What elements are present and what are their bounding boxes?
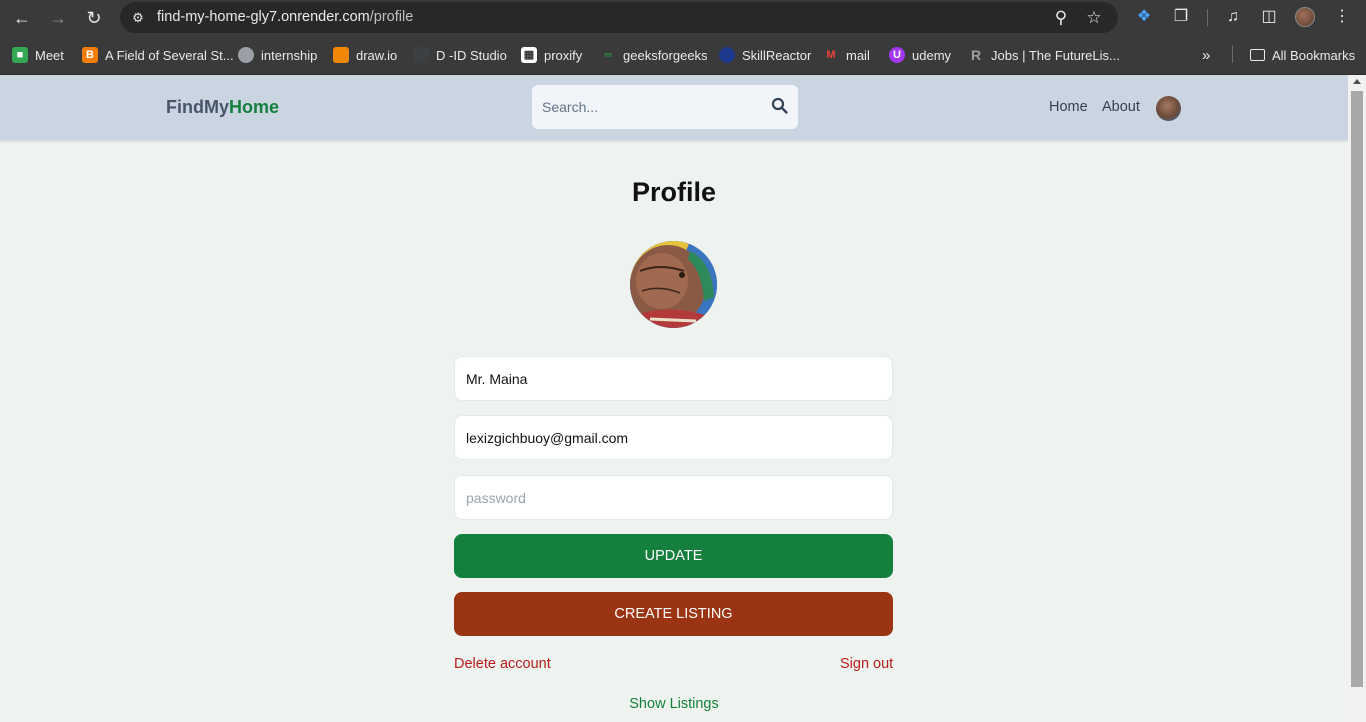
globe-icon [238,47,254,63]
all-bookmarks-label: All Bookmarks [1272,47,1356,63]
media-control-icon[interactable]: ♫ [1222,6,1244,28]
bookmark-geeksforgeeks[interactable]: ∞ geeksforgeeks [600,45,708,65]
sign-out-link[interactable]: Sign out [840,656,893,672]
bookmark-proxify[interactable]: ▦ proxify [521,45,582,65]
more-menu-icon[interactable]: ⋮ [1331,6,1353,28]
bookmark-label: Jobs | The FutureLis... [991,47,1120,63]
show-listings-link: Show Listings [0,696,1348,712]
logo-part-findmy: FindMy [166,97,229,117]
proxify-icon: ▦ [521,47,537,63]
drawio-icon [333,47,349,63]
search-input[interactable] [542,97,762,117]
bookmark-label: SkillReactor [742,47,812,63]
bookmarks-bar: ■ Meet B A Field of Several St... internsh… [0,35,1366,75]
delete-account-link[interactable]: Delete account [454,656,551,672]
extension-icon[interactable]: ❖ [1133,6,1155,28]
gmail-icon: M [826,49,836,61]
profile-avatar[interactable] [630,241,717,328]
search-box [532,85,798,129]
futurelist-icon: R [970,47,982,63]
reload-icon[interactable]: ↻ [82,6,106,30]
bookmark-label: internship [261,47,318,63]
address-bar[interactable]: ⚙ find-my-home-gly7.onrender.com/profile… [120,2,1118,33]
bookmark-meet[interactable]: ■ Meet [12,45,64,65]
bookmark-label: A Field of Several St... [105,47,234,63]
show-listings-label[interactable]: Show Listings [629,696,718,712]
folder-icon [1250,49,1265,61]
bookmark-skillreactor[interactable]: SkillReactor [719,45,811,65]
header-avatar[interactable] [1156,96,1181,121]
bookmark-udemy[interactable]: Uudemy [889,45,951,65]
update-button[interactable]: UPDATE [454,534,893,578]
bookmark-label: draw.io [356,47,398,63]
side-panel-icon[interactable]: ◫ [1258,6,1280,28]
bookmark-internship[interactable]: internship [238,45,317,65]
nav-home-link[interactable]: Home [1049,99,1088,115]
did-icon [413,47,429,63]
bookmark-label: proxify [544,47,583,63]
bookmark-field[interactable]: B A Field of Several St... [82,45,234,65]
bookmark-label: Meet [35,47,64,63]
nav-about-link[interactable]: About [1102,99,1140,115]
bookmarks-divider [1232,45,1233,63]
bookmark-label: geeksforgeeks [623,47,708,63]
forward-arrow-icon[interactable]: → [46,6,70,30]
scrollbar-thumb[interactable] [1351,91,1363,687]
bookmark-label: D -ID Studio [436,47,507,63]
skillreactor-icon [719,47,735,63]
blogger-icon: B [82,47,98,63]
page-title: Profile [631,177,717,207]
site-settings-icon[interactable]: ⚙ [128,8,148,28]
username-field[interactable] [454,356,893,401]
url-host: find-my-home-gly7.onrender.com [157,9,370,25]
bookmark-label: mail [846,47,870,63]
address-url[interactable]: find-my-home-gly7.onrender.com/profile [157,9,413,25]
logo-part-home: Home [229,97,280,117]
more-bookmarks-chevron-icon[interactable]: » [1202,45,1210,65]
page-scrollbar[interactable] [1348,75,1366,722]
udemy-icon: U [889,47,905,63]
toolbar-divider [1207,9,1208,26]
all-bookmarks-folder[interactable]: All Bookmarks [1250,45,1355,65]
bookmark-drawio[interactable]: draw.io [333,45,397,65]
site-header: FindMyHome Home About [0,75,1348,140]
bookmark-mail[interactable]: Mmail [823,45,870,65]
create-listing-button[interactable]: CREATE LISTING [454,592,893,636]
gfg-icon: ∞ [604,49,612,61]
password-field[interactable] [454,475,893,520]
extensions-puzzle-icon[interactable]: ❐ [1170,6,1192,28]
bookmark-futurelist[interactable]: R Jobs | The FutureLis... [968,45,1120,65]
url-path: /profile [369,9,414,25]
browser-toolbar: ← → ↻ ⚙ find-my-home-gly7.onrender.com/p… [0,0,1366,35]
profile-avatar-image [630,241,717,328]
bookmark-label: udemy [912,47,952,63]
scroll-up-arrow-icon[interactable] [1353,79,1361,84]
bookmark-star-icon[interactable]: ☆ [1083,7,1105,29]
email-field[interactable] [454,415,893,460]
back-arrow-icon[interactable]: ← [10,6,34,30]
page-viewport: FindMyHome Home About Profile UP [0,75,1348,722]
bookmark-did[interactable]: D -ID Studio [413,45,507,65]
google-meet-icon: ■ [12,47,28,63]
site-logo[interactable]: FindMyHome [166,97,279,118]
search-icon[interactable] [771,97,789,115]
browser-profile-avatar[interactable] [1295,7,1315,27]
zoom-icon[interactable]: ⚲ [1050,7,1072,29]
